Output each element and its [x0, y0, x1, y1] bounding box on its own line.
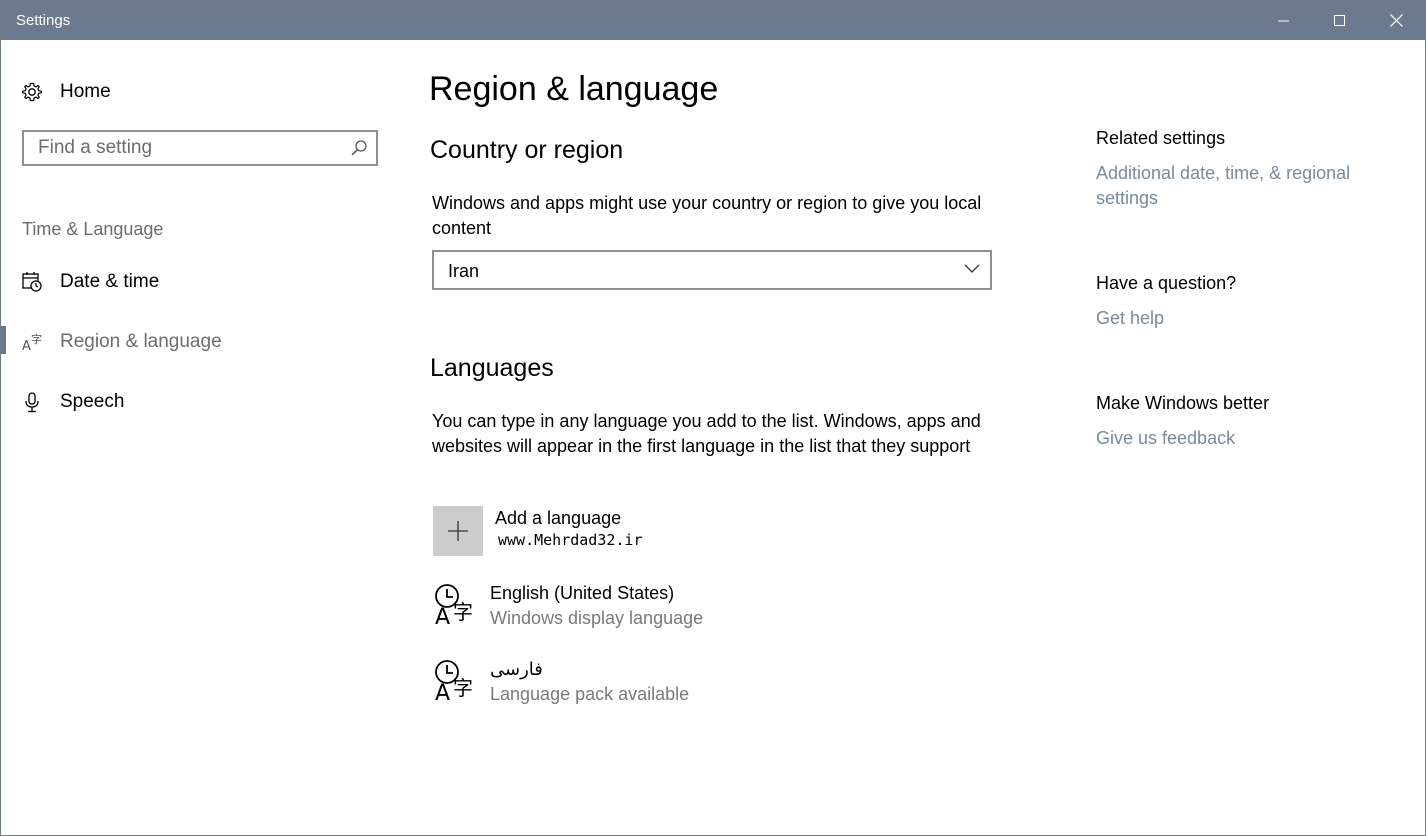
related-panel: Related settings Additional date, time, … — [1081, 40, 1411, 835]
search-box[interactable] — [22, 130, 378, 166]
microphone-icon — [21, 391, 43, 413]
get-help-link[interactable]: Get help — [1096, 306, 1396, 331]
sidebar-item-speech[interactable]: Speech — [21, 385, 124, 419]
home-nav-item[interactable]: Home — [21, 75, 111, 109]
sidebar-item-label: Region & language — [60, 331, 222, 352]
minimize-button[interactable] — [1256, 1, 1312, 40]
language-icon: A 字 — [435, 660, 473, 703]
language-status: Language pack available — [490, 684, 690, 704]
language-name: فارسی — [490, 659, 543, 679]
section-label: Time & Language — [22, 219, 164, 239]
svg-text:字: 字 — [453, 676, 473, 700]
window-title: Settings — [16, 12, 71, 29]
question-heading: Have a question? — [1096, 273, 1237, 293]
language-name: English (United States) — [490, 583, 675, 603]
svg-text:A: A — [22, 339, 31, 353]
watermark-text: www.Mehrdad32.ir — [498, 531, 643, 549]
language-status: Windows display language — [490, 608, 704, 628]
region-language-icon: A 字 — [21, 331, 43, 353]
gear-icon — [21, 81, 43, 103]
languages-heading: Languages — [430, 354, 554, 382]
sidebar-item-label: Date & time — [60, 271, 160, 292]
minimize-icon — [1278, 20, 1289, 21]
title-bar[interactable]: Settings — [1, 1, 1425, 40]
main-content: Region & language Country or region Wind… — [401, 40, 1081, 835]
language-icon: A 字 — [435, 584, 473, 627]
svg-text:字: 字 — [31, 332, 42, 346]
sidebar: Home Time & Language Date & ti — [1, 40, 401, 835]
svg-text:A: A — [435, 605, 450, 627]
close-icon — [1389, 14, 1403, 27]
svg-text:字: 字 — [453, 600, 473, 624]
languages-description: You can type in any language you add to … — [432, 411, 981, 456]
country-dropdown[interactable]: Iran — [432, 250, 992, 290]
add-language-label[interactable]: Add a language — [495, 508, 621, 529]
related-settings-heading: Related settings — [1096, 128, 1226, 148]
add-language-button[interactable] — [433, 506, 483, 556]
maximize-icon — [1334, 14, 1345, 26]
settings-window: Settings Home Find a setting Time & Lang… — [0, 0, 1426, 836]
sidebar-item-label: Speech — [60, 391, 125, 412]
country-heading: Country or region — [430, 136, 624, 164]
close-button[interactable] — [1368, 1, 1424, 40]
plus-icon — [448, 521, 468, 541]
maximize-button[interactable] — [1312, 1, 1368, 40]
search-icon[interactable] — [350, 139, 368, 157]
sidebar-item-region-language[interactable]: A 字 Region & language — [21, 325, 222, 359]
sidebar-item-date-time[interactable]: Date & time — [21, 265, 159, 299]
selection-indicator — [1, 326, 6, 354]
chevron-down-icon — [964, 264, 980, 273]
country-description: Windows and apps might use your country … — [432, 193, 982, 238]
search-input[interactable] — [24, 132, 348, 164]
calendar-clock-icon — [21, 271, 43, 293]
additional-settings-link[interactable]: Additional date, time, & regional settin… — [1096, 161, 1396, 211]
page-title: Region & language — [429, 70, 719, 108]
feedback-link[interactable]: Give us feedback — [1096, 426, 1396, 451]
make-windows-better-heading: Make Windows better — [1096, 393, 1270, 413]
country-dropdown-value: Iran — [448, 261, 480, 281]
svg-text:A: A — [435, 681, 450, 703]
home-label: Home — [60, 81, 111, 102]
